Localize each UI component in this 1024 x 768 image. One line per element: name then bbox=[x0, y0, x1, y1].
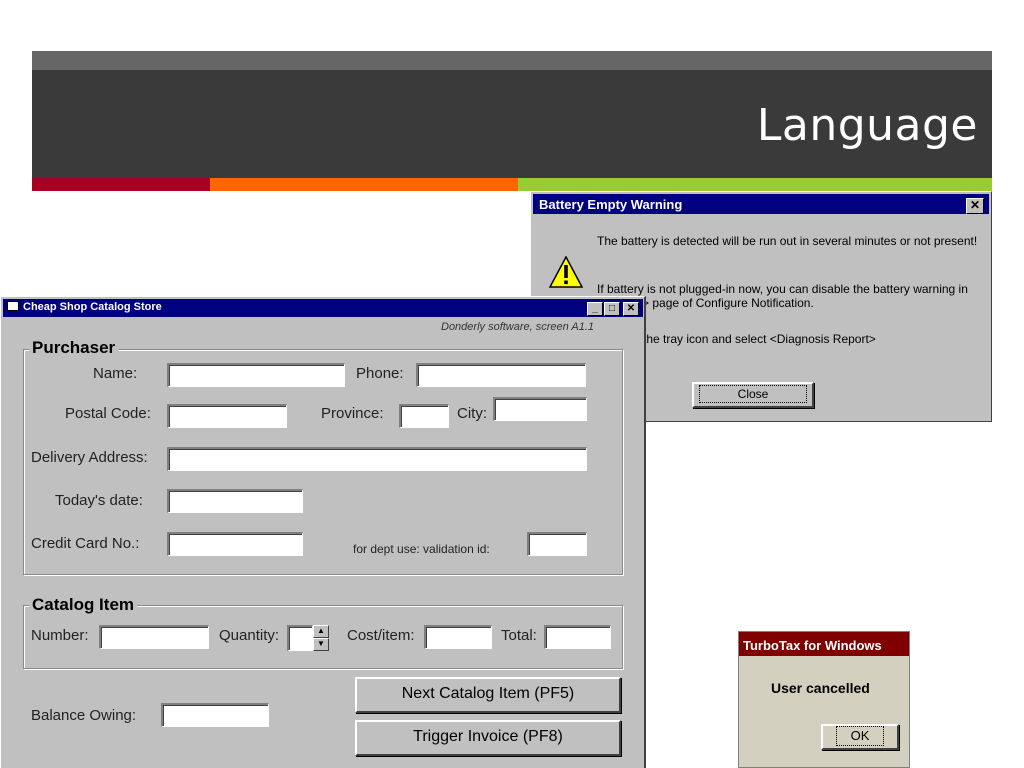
quantity-input[interactable] bbox=[287, 625, 313, 651]
stepper-down-icon[interactable]: ▼ bbox=[313, 638, 329, 651]
battery-close-button[interactable]: Close bbox=[692, 382, 814, 408]
minimize-icon[interactable]: _ bbox=[587, 302, 603, 316]
postal-code-label: Postal Code: bbox=[65, 405, 151, 422]
phone-input[interactable] bbox=[416, 363, 586, 387]
postal-code-input[interactable] bbox=[167, 404, 287, 428]
app-icon bbox=[7, 301, 19, 311]
slide-title: Language bbox=[756, 100, 978, 151]
shop-titlebar: Cheap Shop Catalog Store _ □ ✕ bbox=[3, 299, 643, 317]
battery-message-3: Or, click the tray icon and select <Diag… bbox=[597, 332, 876, 346]
turbotax-dialog-title: TurboTax for Windows bbox=[739, 632, 909, 656]
number-label: Number: bbox=[31, 627, 89, 644]
quantity-label: Quantity: bbox=[219, 627, 280, 644]
stepper-up-icon[interactable]: ▲ bbox=[313, 625, 329, 638]
delivery-address-label: Delivery Address: bbox=[31, 449, 148, 466]
battery-dialog-titlebar: Battery Empty Warning ✕ bbox=[533, 194, 989, 214]
turbotax-ok-button[interactable]: OK bbox=[821, 724, 899, 750]
delivery-address-input[interactable] bbox=[167, 447, 587, 471]
next-catalog-item-button[interactable]: Next Catalog Item (PF5) bbox=[355, 677, 621, 713]
shop-window-title: Cheap Shop Catalog Store bbox=[23, 301, 162, 313]
trigger-invoice-button[interactable]: Trigger Invoice (PF8) bbox=[355, 720, 621, 756]
battery-message-1: The battery is detected will be run out … bbox=[597, 234, 978, 248]
catalog-item-group-title: Catalog Item bbox=[29, 595, 138, 615]
cost-per-item-label: Cost/item: bbox=[347, 627, 415, 644]
accent-stripe-orange bbox=[210, 178, 518, 191]
city-input[interactable] bbox=[493, 397, 587, 421]
battery-dialog-close-icon[interactable]: ✕ bbox=[966, 198, 984, 214]
balance-owing-label: Balance Owing: bbox=[31, 707, 137, 724]
turbotax-dialog: TurboTax for Windows User cancelled OK bbox=[738, 631, 910, 768]
battery-close-label: Close bbox=[698, 385, 808, 403]
number-input[interactable] bbox=[99, 625, 209, 649]
warning-icon bbox=[549, 256, 583, 288]
close-icon[interactable]: ✕ bbox=[623, 302, 639, 316]
accent-stripe-green bbox=[518, 178, 992, 191]
battery-dialog-title: Battery Empty Warning bbox=[539, 197, 683, 212]
name-label: Name: bbox=[93, 365, 138, 382]
battery-message-2: If battery is not plugged-in now, you ca… bbox=[597, 282, 968, 310]
todays-date-label: Today's date: bbox=[55, 492, 143, 509]
software-credit: Donderly software, screen A1.1 bbox=[441, 321, 595, 333]
turbotax-ok-label: OK bbox=[835, 726, 885, 746]
province-label: Province: bbox=[321, 405, 384, 422]
city-label: City: bbox=[457, 405, 487, 422]
turbotax-message: User cancelled bbox=[771, 680, 870, 696]
province-input[interactable] bbox=[399, 404, 449, 428]
phone-label: Phone: bbox=[356, 365, 404, 382]
maximize-icon[interactable]: □ bbox=[604, 302, 620, 316]
validation-id-input[interactable] bbox=[527, 532, 587, 556]
total-input[interactable] bbox=[544, 625, 611, 649]
cost-per-item-input[interactable] bbox=[424, 625, 492, 649]
balance-owing-input[interactable] bbox=[161, 703, 269, 727]
quantity-stepper[interactable]: ▲ ▼ bbox=[313, 625, 329, 651]
validation-id-label: for dept use: validation id: bbox=[353, 542, 490, 556]
cheap-shop-window: Cheap Shop Catalog Store _ □ ✕ Donderly … bbox=[0, 296, 646, 768]
purchaser-group-title: Purchaser bbox=[29, 338, 119, 358]
accent-stripe-red bbox=[32, 178, 210, 191]
credit-card-label: Credit Card No.: bbox=[31, 535, 140, 552]
slide-top-bar bbox=[32, 51, 992, 70]
credit-card-input[interactable] bbox=[167, 532, 303, 556]
slide-header: Language bbox=[32, 70, 992, 178]
todays-date-input[interactable] bbox=[167, 489, 303, 513]
name-input[interactable] bbox=[167, 363, 345, 387]
total-label: Total: bbox=[501, 627, 537, 644]
